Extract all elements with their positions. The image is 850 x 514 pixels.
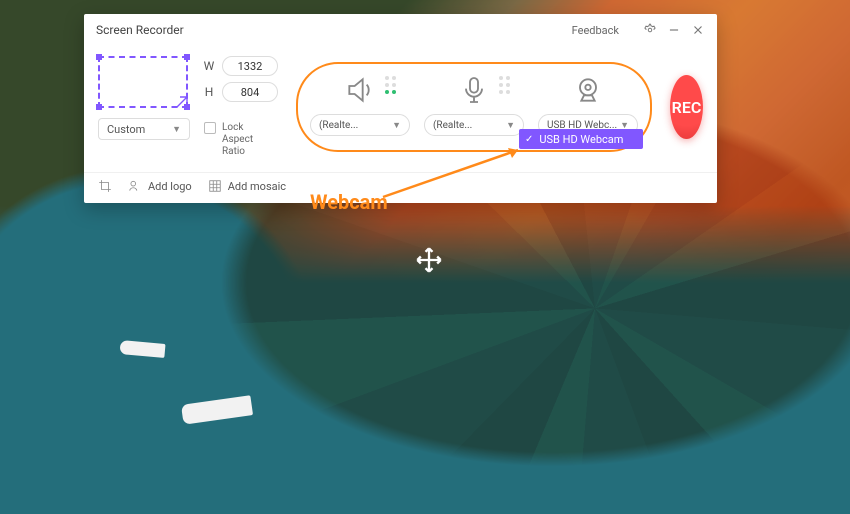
window-title: Screen Recorder bbox=[96, 23, 184, 37]
webcam-device: USB HD Webc... ▼ bbox=[538, 74, 638, 136]
webcam-icon[interactable] bbox=[567, 74, 609, 106]
region-preset-select[interactable]: Custom ▼ bbox=[98, 118, 190, 140]
close-icon[interactable] bbox=[691, 23, 705, 37]
width-label: W bbox=[202, 59, 216, 73]
record-button-label: REC bbox=[672, 98, 702, 117]
microphone-icon[interactable] bbox=[453, 74, 495, 106]
lock-aspect-label: Lock Aspect Ratio bbox=[222, 122, 272, 158]
annotation-label: Webcam bbox=[310, 190, 388, 214]
check-icon: ✓ bbox=[525, 134, 533, 145]
webcam-dropdown-item[interactable]: ✓ USB HD Webcam bbox=[519, 129, 643, 149]
chevron-down-icon: ▼ bbox=[506, 120, 515, 131]
chevron-down-icon: ▼ bbox=[392, 120, 401, 131]
speaker-select[interactable]: (Realte... ▼ bbox=[310, 114, 410, 136]
titlebar: Screen Recorder Feedback bbox=[84, 14, 717, 46]
speaker-select-value: (Realte... bbox=[319, 120, 358, 131]
width-input[interactable] bbox=[222, 56, 278, 76]
crop-tool-button[interactable] bbox=[98, 179, 112, 193]
add-mosaic-button[interactable]: Add mosaic bbox=[208, 179, 286, 193]
capture-region-settings: W H Custom ▼ Lock Aspect Ratio bbox=[98, 56, 278, 158]
microphone-select-value: (Realte... bbox=[433, 120, 472, 131]
region-preset-value: Custom bbox=[107, 123, 145, 136]
add-logo-button[interactable]: Add logo bbox=[128, 179, 192, 193]
add-mosaic-label: Add mosaic bbox=[228, 180, 286, 193]
lock-aspect-checkbox[interactable] bbox=[204, 122, 216, 134]
microphone-select[interactable]: (Realte... ▼ bbox=[424, 114, 524, 136]
add-logo-label: Add logo bbox=[148, 180, 192, 193]
resize-handle-icon[interactable] bbox=[176, 96, 188, 108]
feedback-link[interactable]: Feedback bbox=[572, 24, 619, 37]
settings-icon[interactable] bbox=[643, 23, 657, 37]
height-label: H bbox=[202, 85, 216, 99]
system-audio-device: (Realte... ▼ bbox=[310, 74, 410, 136]
microphone-device: (Realte... ▼ bbox=[424, 74, 524, 136]
speaker-icon[interactable] bbox=[339, 74, 381, 106]
bottom-toolbar: Add logo Add mosaic bbox=[84, 172, 717, 193]
chevron-down-icon: ▼ bbox=[172, 124, 181, 135]
minimize-icon[interactable] bbox=[667, 23, 681, 37]
webcam-dropdown-item-label: USB HD Webcam bbox=[539, 133, 623, 146]
height-input[interactable] bbox=[222, 82, 278, 102]
screen-recorder-panel: Screen Recorder Feedback W bbox=[84, 14, 717, 203]
record-button[interactable]: REC bbox=[670, 75, 703, 139]
capture-region-preview[interactable] bbox=[98, 56, 188, 108]
move-region-handle-icon[interactable] bbox=[415, 246, 443, 281]
